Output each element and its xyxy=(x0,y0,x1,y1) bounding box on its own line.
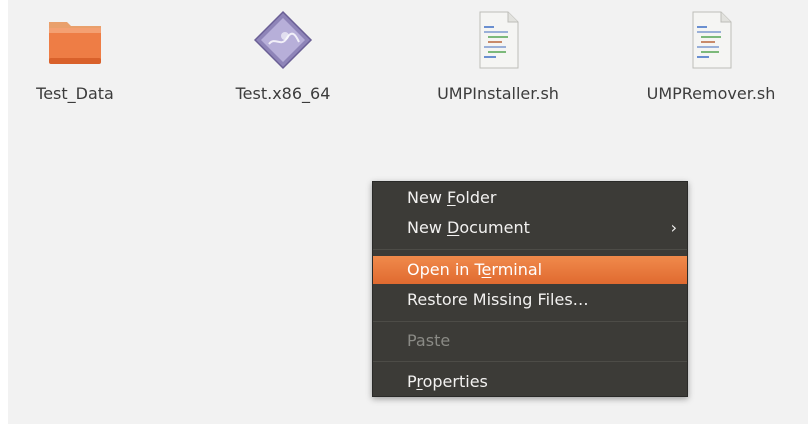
menu-label-part: ocument xyxy=(459,218,530,237)
menu-separator xyxy=(373,321,687,322)
menu-label-part: rminal xyxy=(491,260,543,279)
file-test-x86-64[interactable]: Test.x86_64 xyxy=(208,6,358,116)
file-ump-remover[interactable]: UMPRemover.sh xyxy=(636,6,786,116)
file-label: Test_Data xyxy=(36,84,114,103)
file-label: Test.x86_64 xyxy=(235,84,331,103)
menu-label-part: P xyxy=(407,372,417,391)
menu-separator xyxy=(373,361,687,362)
submenu-arrow-icon: › xyxy=(670,218,677,237)
menu-label-part: New xyxy=(407,188,447,207)
script-file-icon xyxy=(479,11,519,69)
menu-label: Restore Missing Files… xyxy=(407,290,589,309)
menu-label-part: New xyxy=(407,218,447,237)
menu-item-properties[interactable]: Properties xyxy=(373,368,687,396)
file-label: UMPInstaller.sh xyxy=(437,84,559,103)
menu-label-part: older xyxy=(455,188,497,207)
menu-mnemonic: F xyxy=(446,188,456,207)
menu-label: Paste xyxy=(407,331,451,350)
executable-icon xyxy=(253,10,313,70)
menu-label-part: Open in T xyxy=(407,260,482,279)
file-ump-installer[interactable]: UMPInstaller.sh xyxy=(423,6,573,116)
menu-separator xyxy=(373,249,687,250)
menu-item-paste: Paste xyxy=(373,327,687,355)
script-file-icon xyxy=(692,11,732,69)
menu-mnemonic: D xyxy=(446,218,460,237)
file-test-data[interactable]: Test_Data xyxy=(0,6,150,116)
menu-label-part: operties xyxy=(422,372,488,391)
menu-item-restore-missing-files[interactable]: Restore Missing Files… xyxy=(373,286,687,314)
menu-item-open-in-terminal[interactable]: Open in Terminal xyxy=(373,256,687,284)
folder-icon xyxy=(49,22,101,64)
file-label: UMPRemover.sh xyxy=(646,84,776,103)
menu-item-new-document[interactable]: New Document › xyxy=(373,214,687,242)
menu-item-new-folder[interactable]: New Folder xyxy=(373,184,687,212)
menu-mnemonic: e xyxy=(481,260,492,279)
context-menu: New Folder New Document › Open in Termin… xyxy=(372,181,688,397)
